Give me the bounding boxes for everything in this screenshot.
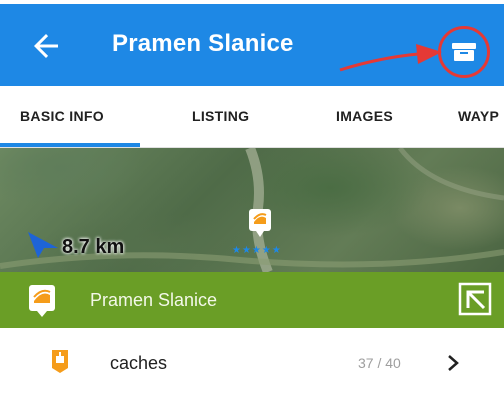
tab-indicator	[0, 143, 140, 147]
point-title: Pramen Slanice	[90, 290, 218, 310]
app-bar: Pramen Slanice	[0, 4, 504, 86]
caches-icon	[52, 350, 68, 373]
difficulty-stars: ★★★★★	[232, 245, 282, 256]
tab-listing[interactable]: LISTING	[192, 108, 249, 124]
navigation-arrow-icon	[28, 232, 58, 258]
tab-bar: BASIC INFO LISTING IMAGES WAYP	[0, 86, 504, 148]
tab-waypoints[interactable]: WAYP	[458, 108, 499, 124]
map-view[interactable]: ★★★★★ 8.7 km	[0, 148, 504, 272]
chevron-right-icon	[448, 355, 459, 371]
geocache-marker-icon[interactable]	[248, 208, 272, 238]
caches-label: caches	[110, 353, 168, 373]
tab-images[interactable]: IMAGES	[336, 108, 393, 124]
geocache-icon	[29, 285, 55, 317]
expand-arrow-icon[interactable]	[458, 282, 492, 316]
cache-box-button[interactable]	[438, 26, 490, 78]
tab-basic-info[interactable]: BASIC INFO	[20, 108, 104, 124]
page-title: Pramen Slanice	[112, 30, 294, 57]
box-icon	[452, 43, 476, 61]
back-button[interactable]	[28, 28, 64, 64]
point-header: Pramen Slanice	[0, 272, 504, 328]
caches-count: 37 / 40	[358, 355, 401, 371]
distance-label: 8.7 km	[62, 236, 125, 258]
arrow-left-icon	[34, 34, 58, 58]
annotation-arrow-icon	[339, 44, 442, 72]
caches-row[interactable]: caches 37 / 40	[0, 328, 504, 399]
